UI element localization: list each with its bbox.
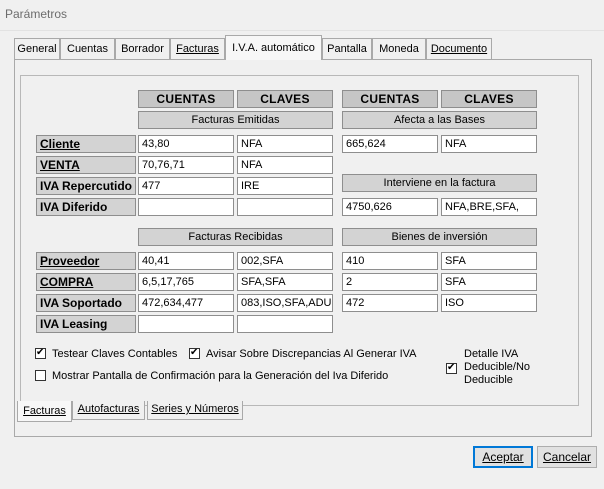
compra-cuentas-input[interactable]: 6,5,17,765 [138,273,234,291]
header-cuentas-bases: CUENTAS [342,90,438,108]
iva-soportado-claves-input[interactable]: 083,ISO,SFA,ADU [237,294,333,312]
row-label-compra: COMPRA [36,273,136,291]
row-label-cliente: Cliente [36,135,136,153]
interviene-claves-input[interactable]: NFA,BRE,SFA, [441,198,537,216]
tab-facturas-bottom[interactable]: Facturas [17,401,72,422]
afecta-cuentas-input[interactable]: 665,624 [342,135,438,153]
afecta-bases-header: Afecta a las Bases [342,111,537,129]
proveedor-cuentas-input[interactable]: 40,41 [138,252,234,270]
tab-pantalla[interactable]: Pantalla [322,38,372,60]
bienes-inversion-header: Bienes de inversión [342,228,537,246]
venta-cuentas-input[interactable]: 70,76,71 [138,156,234,174]
cliente-claves-input[interactable]: NFA [237,135,333,153]
facturas-subpanel: CUENTAS CLAVES CUENTAS CLAVES Facturas E… [20,75,579,406]
bienes-proveedor-claves-input[interactable]: SFA [441,252,537,270]
iva-leasing-cuentas-input[interactable] [138,315,234,333]
checkbox-box [35,370,46,381]
testear-claves-label: Testear Claves Contables [52,348,178,360]
bienes-iva-cuentas-input[interactable]: 472 [342,294,438,312]
afecta-claves-input[interactable]: NFA [441,135,537,153]
row-label-iva-repercutido: IVA Repercutido [36,177,136,195]
header-claves-emitidas: CLAVES [237,90,333,108]
bienes-iva-claves-input[interactable]: ISO [441,294,537,312]
header-cuentas-emitidas: CUENTAS [138,90,234,108]
interviene-factura-header: Interviene en la factura [342,174,537,192]
cliente-cuentas-input[interactable]: 43,80 [138,135,234,153]
facturas-recibidas-header: Facturas Recibidas [138,228,333,246]
aceptar-button[interactable]: Aceptar [473,446,533,468]
iva-diferido-cuentas-input[interactable] [138,198,234,216]
iva-soportado-cuentas-input[interactable]: 472,634,477 [138,294,234,312]
bienes-proveedor-cuentas-input[interactable]: 410 [342,252,438,270]
tab-autofacturas[interactable]: Autofacturas [72,401,145,420]
tab-documento[interactable]: Documento [426,38,492,60]
tab-series-numeros[interactable]: Series y Números [147,401,243,420]
check-icon [189,347,200,359]
header-claves-bases: CLAVES [441,90,537,108]
row-label-venta: VENTA [36,156,136,174]
tab-cuentas[interactable]: Cuentas [60,38,115,60]
iva-repercutido-cuentas-input[interactable]: 477 [138,177,234,195]
tab-general[interactable]: General [14,38,60,60]
tab-moneda[interactable]: Moneda [372,38,426,60]
tab-facturas[interactable]: Facturas [170,38,225,60]
check-icon [35,347,46,359]
interviene-cuentas-input[interactable]: 4750,626 [342,198,438,216]
iva-diferido-claves-input[interactable] [237,198,333,216]
iva-leasing-claves-input[interactable] [237,315,333,333]
tab-borrador[interactable]: Borrador [115,38,170,60]
venta-claves-input[interactable]: NFA [237,156,333,174]
iva-repercutido-claves-input[interactable]: IRE [237,177,333,195]
window-title: Parámetros [5,7,68,21]
compra-claves-input[interactable]: SFA,SFA [237,273,333,291]
mostrar-pantalla-label: Mostrar Pantalla de Confirmación para la… [52,370,389,382]
check-icon [446,362,457,374]
proveedor-claves-input[interactable]: 002,SFA [237,252,333,270]
detalle-iva-label: Detalle IVA Deducible/No Deducible [464,348,531,386]
title-divider [0,30,604,31]
bienes-compra-claves-input[interactable]: SFA [441,273,537,291]
row-label-iva-leasing: IVA Leasing [36,315,136,333]
row-label-proveedor: Proveedor [36,252,136,270]
facturas-emitidas-header: Facturas Emitidas [138,111,333,129]
row-label-iva-soportado: IVA Soportado [36,294,136,312]
iva-automatico-panel: CUENTAS CLAVES CUENTAS CLAVES Facturas E… [14,59,592,437]
avisar-discrepancias-label: Avisar Sobre Discrepancias Al Generar IV… [206,348,417,360]
cancelar-button[interactable]: Cancelar [537,446,597,468]
row-label-iva-diferido: IVA Diferido [36,198,136,216]
tab-iva-automatico[interactable]: I.V.A. automático [225,35,322,60]
bienes-compra-cuentas-input[interactable]: 2 [342,273,438,291]
